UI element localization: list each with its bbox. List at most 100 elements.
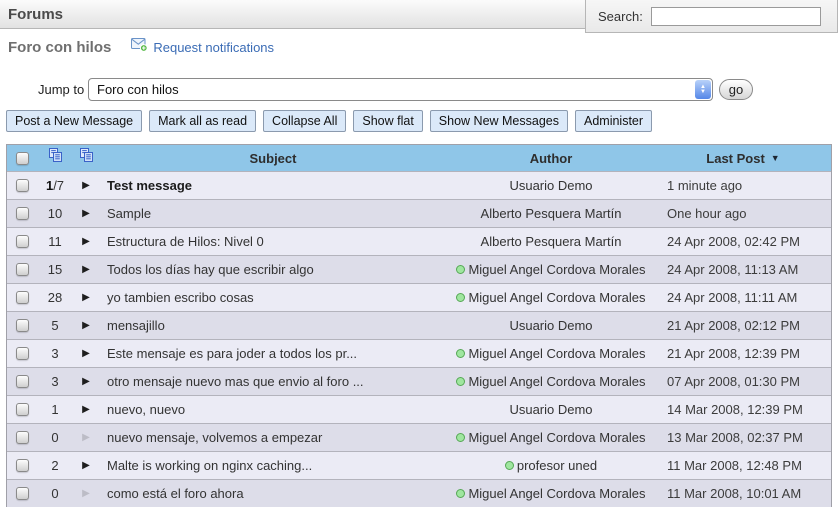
- row-checkbox[interactable]: [16, 347, 29, 360]
- toolbar-button[interactable]: Show flat: [353, 110, 422, 132]
- thread-count: 3: [37, 374, 73, 389]
- author-name: Miguel Angel Cordova Morales: [468, 346, 645, 361]
- last-post-date: 07 Apr 2008, 01:30 PM: [655, 374, 831, 389]
- select-stepper-icon[interactable]: ▲▼: [695, 80, 711, 99]
- forum-select[interactable]: Foro con hilos ▲▼: [88, 78, 713, 101]
- table-row: 0 ▶ como está el foro ahora Miguel Angel…: [7, 479, 831, 507]
- toolbar-button[interactable]: Show New Messages: [430, 110, 568, 132]
- expand-arrow-icon[interactable]: ▶: [82, 320, 90, 331]
- author-name: Usuario Demo: [509, 318, 592, 333]
- expand-arrow-icon[interactable]: ▶: [82, 376, 90, 387]
- author-name: Alberto Pesquera Martín: [481, 234, 622, 249]
- request-notifications-link[interactable]: Request notifications: [131, 38, 274, 57]
- thread-subject[interactable]: Malte is working on nginx caching...: [107, 458, 312, 473]
- row-checkbox[interactable]: [16, 207, 29, 220]
- last-post-date: 21 Apr 2008, 12:39 PM: [655, 346, 831, 361]
- author-name: Usuario Demo: [509, 178, 592, 193]
- toolbar-button[interactable]: Administer: [575, 110, 652, 132]
- online-dot-icon: [456, 349, 465, 358]
- last-post-date: 24 Apr 2008, 11:13 AM: [655, 262, 831, 277]
- expand-arrow-icon[interactable]: ▶: [82, 488, 90, 499]
- table-row: 11 ▶ Estructura de Hilos: Nivel 0 Albert…: [7, 227, 831, 255]
- author-name: Usuario Demo: [509, 402, 592, 417]
- last-post-date: 11 Mar 2008, 12:48 PM: [655, 458, 831, 473]
- author-name: Miguel Angel Cordova Morales: [468, 374, 645, 389]
- expand-arrow-icon[interactable]: ▶: [82, 264, 90, 275]
- online-dot-icon: [456, 433, 465, 442]
- thread-subject[interactable]: nuevo mensaje, volvemos a empezar: [107, 430, 322, 445]
- expand-arrow-icon[interactable]: ▶: [82, 432, 90, 443]
- thread-count: 1: [37, 402, 73, 417]
- thread-count: 15: [37, 262, 73, 277]
- sort-icon[interactable]: [79, 148, 94, 168]
- author-cell: Usuario Demo: [447, 178, 655, 193]
- row-checkbox[interactable]: [16, 235, 29, 248]
- author-cell: Miguel Angel Cordova Morales: [447, 430, 655, 445]
- thread-subject[interactable]: yo tambien escribo cosas: [107, 290, 254, 305]
- thread-count: 3: [37, 346, 73, 361]
- thread-subject[interactable]: Todos los días hay que escribir algo: [107, 262, 314, 277]
- request-notifications-label: Request notifications: [153, 40, 274, 55]
- row-checkbox[interactable]: [16, 319, 29, 332]
- online-dot-icon: [456, 293, 465, 302]
- notification-envelope-icon[interactable]: [131, 38, 148, 57]
- row-checkbox[interactable]: [16, 487, 29, 500]
- last-post-date: 13 Mar 2008, 02:37 PM: [655, 430, 831, 445]
- row-checkbox[interactable]: [16, 459, 29, 472]
- expand-arrow-icon[interactable]: ▶: [82, 460, 90, 471]
- row-checkbox[interactable]: [16, 263, 29, 276]
- online-dot-icon: [456, 265, 465, 274]
- forum-select-value: Foro con hilos: [89, 82, 695, 97]
- toolbar-button[interactable]: Mark all as read: [149, 110, 256, 132]
- last-post-date: 11 Mar 2008, 10:01 AM: [655, 486, 831, 501]
- thread-count: 0: [37, 430, 73, 445]
- author-cell: Usuario Demo: [447, 318, 655, 333]
- subject-column-header: Subject: [99, 151, 447, 166]
- table-row: 5 ▶ mensajillo Usuario Demo 21 Apr 2008,…: [7, 311, 831, 339]
- row-checkbox[interactable]: [16, 431, 29, 444]
- thread-subject[interactable]: Este mensaje es para joder a todos los p…: [107, 346, 357, 361]
- app-title: Forums: [8, 0, 63, 29]
- row-checkbox[interactable]: [16, 375, 29, 388]
- expand-arrow-icon[interactable]: ▶: [82, 208, 90, 219]
- toolbar-button[interactable]: Post a New Message: [6, 110, 142, 132]
- expand-arrow-icon[interactable]: ▶: [82, 180, 90, 191]
- row-checkbox[interactable]: [16, 403, 29, 416]
- row-checkbox[interactable]: [16, 291, 29, 304]
- thread-subject[interactable]: nuevo, nuevo: [107, 402, 185, 417]
- expand-arrow-icon[interactable]: ▶: [82, 292, 90, 303]
- expand-arrow-icon[interactable]: ▶: [82, 404, 90, 415]
- last-post-date: 24 Apr 2008, 11:11 AM: [655, 290, 831, 305]
- expand-arrow-icon[interactable]: ▶: [82, 236, 90, 247]
- last-post-column-header[interactable]: Last Post ▼: [655, 151, 831, 166]
- select-all-checkbox[interactable]: [16, 152, 29, 165]
- author-name: profesor uned: [517, 458, 597, 473]
- online-dot-icon: [505, 461, 514, 470]
- table-row: 3 ▶ Este mensaje es para joder a todos l…: [7, 339, 831, 367]
- search-input[interactable]: [651, 7, 821, 26]
- expand-arrow-icon[interactable]: ▶: [82, 348, 90, 359]
- thread-subject[interactable]: Sample: [107, 206, 151, 221]
- page-title: Foro con hilos: [8, 39, 111, 56]
- action-toolbar: Post a New Message Mark all as read Coll…: [6, 110, 652, 132]
- author-name: Alberto Pesquera Martín: [481, 206, 622, 221]
- table-row: 10 ▶ Sample Alberto Pesquera Martín One …: [7, 199, 831, 227]
- thread-subject[interactable]: Estructura de Hilos: Nivel 0: [107, 234, 264, 249]
- thread-count: 28: [37, 290, 73, 305]
- toolbar-button[interactable]: Collapse All: [263, 110, 346, 132]
- table-row: 3 ▶ otro mensaje nuevo mas que envio al …: [7, 367, 831, 395]
- sort-icon[interactable]: [48, 148, 63, 168]
- thread-subject[interactable]: Test message: [107, 178, 192, 193]
- search-panel: Search:: [585, 0, 838, 33]
- thread-subject[interactable]: como está el foro ahora: [107, 486, 244, 501]
- row-checkbox[interactable]: [16, 179, 29, 192]
- author-column-header: Author: [447, 151, 655, 166]
- thread-count: 10: [37, 206, 73, 221]
- search-label: Search:: [598, 9, 643, 24]
- table-row: 0 ▶ nuevo mensaje, volvemos a empezar Mi…: [7, 423, 831, 451]
- thread-subject[interactable]: otro mensaje nuevo mas que envio al foro…: [107, 374, 364, 389]
- table-row: 15 ▶ Todos los días hay que escribir alg…: [7, 255, 831, 283]
- author-cell: Miguel Angel Cordova Morales: [447, 290, 655, 305]
- go-button[interactable]: go: [719, 79, 753, 100]
- thread-subject[interactable]: mensajillo: [107, 318, 165, 333]
